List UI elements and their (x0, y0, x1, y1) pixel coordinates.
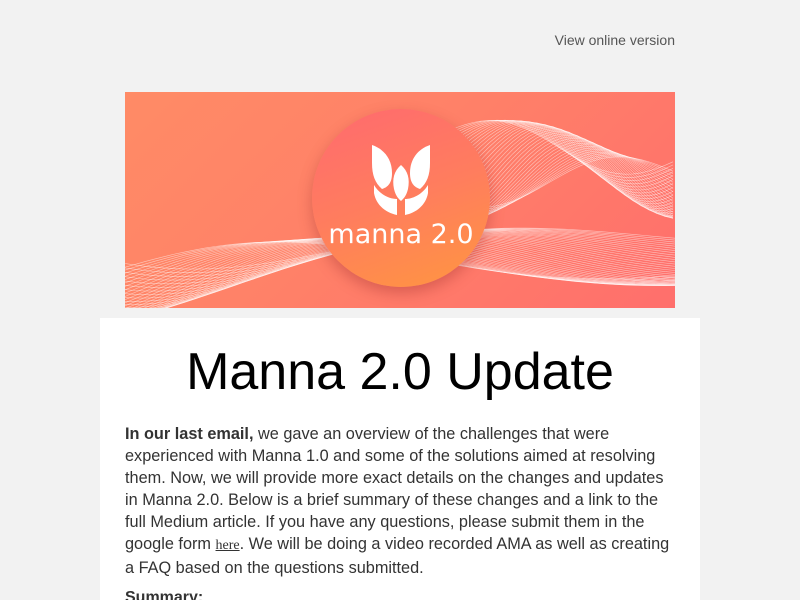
summary-heading: Summary: (125, 589, 204, 600)
header-banner: manna 2.0 (125, 92, 675, 308)
leaf-sprout-icon (372, 145, 430, 215)
intro-bold-text: In our last email, (125, 425, 254, 443)
email-page: View online version manna 2.0 Manna 2.0 … (0, 0, 800, 600)
content-card: Manna 2.0 Update In our last email, we g… (100, 318, 700, 600)
intro-text-part1: we gave an overview of the challenges th… (125, 425, 664, 553)
page-title: Manna 2.0 Update (186, 343, 614, 401)
logo-badge: manna 2.0 (312, 109, 490, 287)
logo-text: manna 2.0 (328, 219, 474, 250)
view-online-link[interactable]: View online version (555, 32, 675, 48)
google-form-link[interactable]: here (216, 538, 240, 553)
intro-paragraph: In our last email, we gave an overview o… (125, 423, 675, 579)
